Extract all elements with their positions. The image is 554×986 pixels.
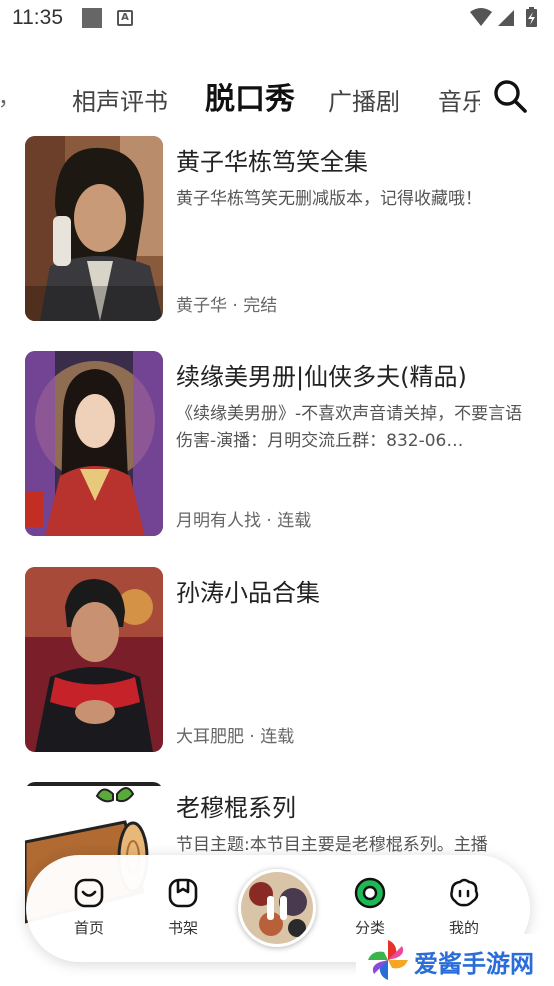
list-item[interactable]: 孙涛小品合集 大耳肥肥 · 连载 xyxy=(0,567,554,757)
notification-square-icon xyxy=(82,8,102,28)
item-title: 孙涛小品合集 xyxy=(176,579,320,607)
tab-talkshow[interactable]: 脱口秀 xyxy=(205,74,295,118)
list-item[interactable]: 黄子华栋笃笑全集 黄子华栋笃笑无删减版本，记得收藏哦！ 黄子华 · 完结 xyxy=(0,136,554,326)
nav-profile[interactable]: 我的 xyxy=(434,877,494,938)
now-playing-disc[interactable] xyxy=(238,869,316,947)
item-title: 续缘美男册|仙侠多夫(精品) xyxy=(176,363,467,391)
category-icon xyxy=(354,877,386,909)
tab-prev-partial[interactable]: ， xyxy=(0,80,20,112)
item-title: 老穆棍系列 xyxy=(176,794,296,822)
watermark: 爱酱手游网 xyxy=(356,934,554,986)
search-icon[interactable] xyxy=(492,78,528,114)
wifi-signal-battery-icons xyxy=(470,7,537,27)
tab-radio-drama[interactable]: 广播剧 xyxy=(328,82,400,117)
tab-music-clip: 音乐 xyxy=(438,60,480,132)
watermark-text: 爱酱手游网 xyxy=(414,950,534,978)
notification-app-icon: A xyxy=(117,10,133,26)
now-playing-cover xyxy=(241,872,313,944)
item-meta: 黄子华 · 完结 xyxy=(176,296,278,316)
item-title: 黄子华栋笃笑全集 xyxy=(176,148,368,176)
nav-category[interactable]: 分类 xyxy=(340,877,400,938)
item-description: 黄子华栋笃笑无删减版本，记得收藏哦！ xyxy=(176,189,482,209)
item-meta: 大耳肥肥 · 连载 xyxy=(176,727,295,747)
home-icon xyxy=(74,878,104,908)
item-description: 《续缘美男册》-不喜欢声音请关掉，不要言语伤害-演播：月明交流丘群：832-06… xyxy=(176,404,523,451)
cover-image xyxy=(25,136,163,321)
status-bar: 11:35 A xyxy=(0,0,554,40)
category-tabs: ， 相声评书 脱口秀 广播剧 音乐 xyxy=(0,60,554,132)
nav-bookshelf-label: 书架 xyxy=(167,919,198,937)
cover-image xyxy=(25,351,163,536)
list-item[interactable]: 续缘美男册|仙侠多夫(精品) 《续缘美男册》-不喜欢声音请关掉，不要言语伤害-演… xyxy=(0,351,554,541)
tab-crosstalk[interactable]: 相声评书 xyxy=(72,82,168,117)
profile-icon xyxy=(450,878,479,907)
nav-home-label: 首页 xyxy=(73,919,104,937)
nav-home[interactable]: 首页 xyxy=(59,877,119,938)
cover-image xyxy=(25,567,163,752)
item-meta: 月明有人找 · 连载 xyxy=(176,511,312,531)
tab-music[interactable]: 音乐 xyxy=(438,82,480,117)
bookshelf-icon xyxy=(168,878,198,908)
pinwheel-logo-icon xyxy=(368,940,408,980)
nav-bookshelf[interactable]: 书架 xyxy=(153,877,213,938)
status-time: 11:35 xyxy=(12,6,63,29)
